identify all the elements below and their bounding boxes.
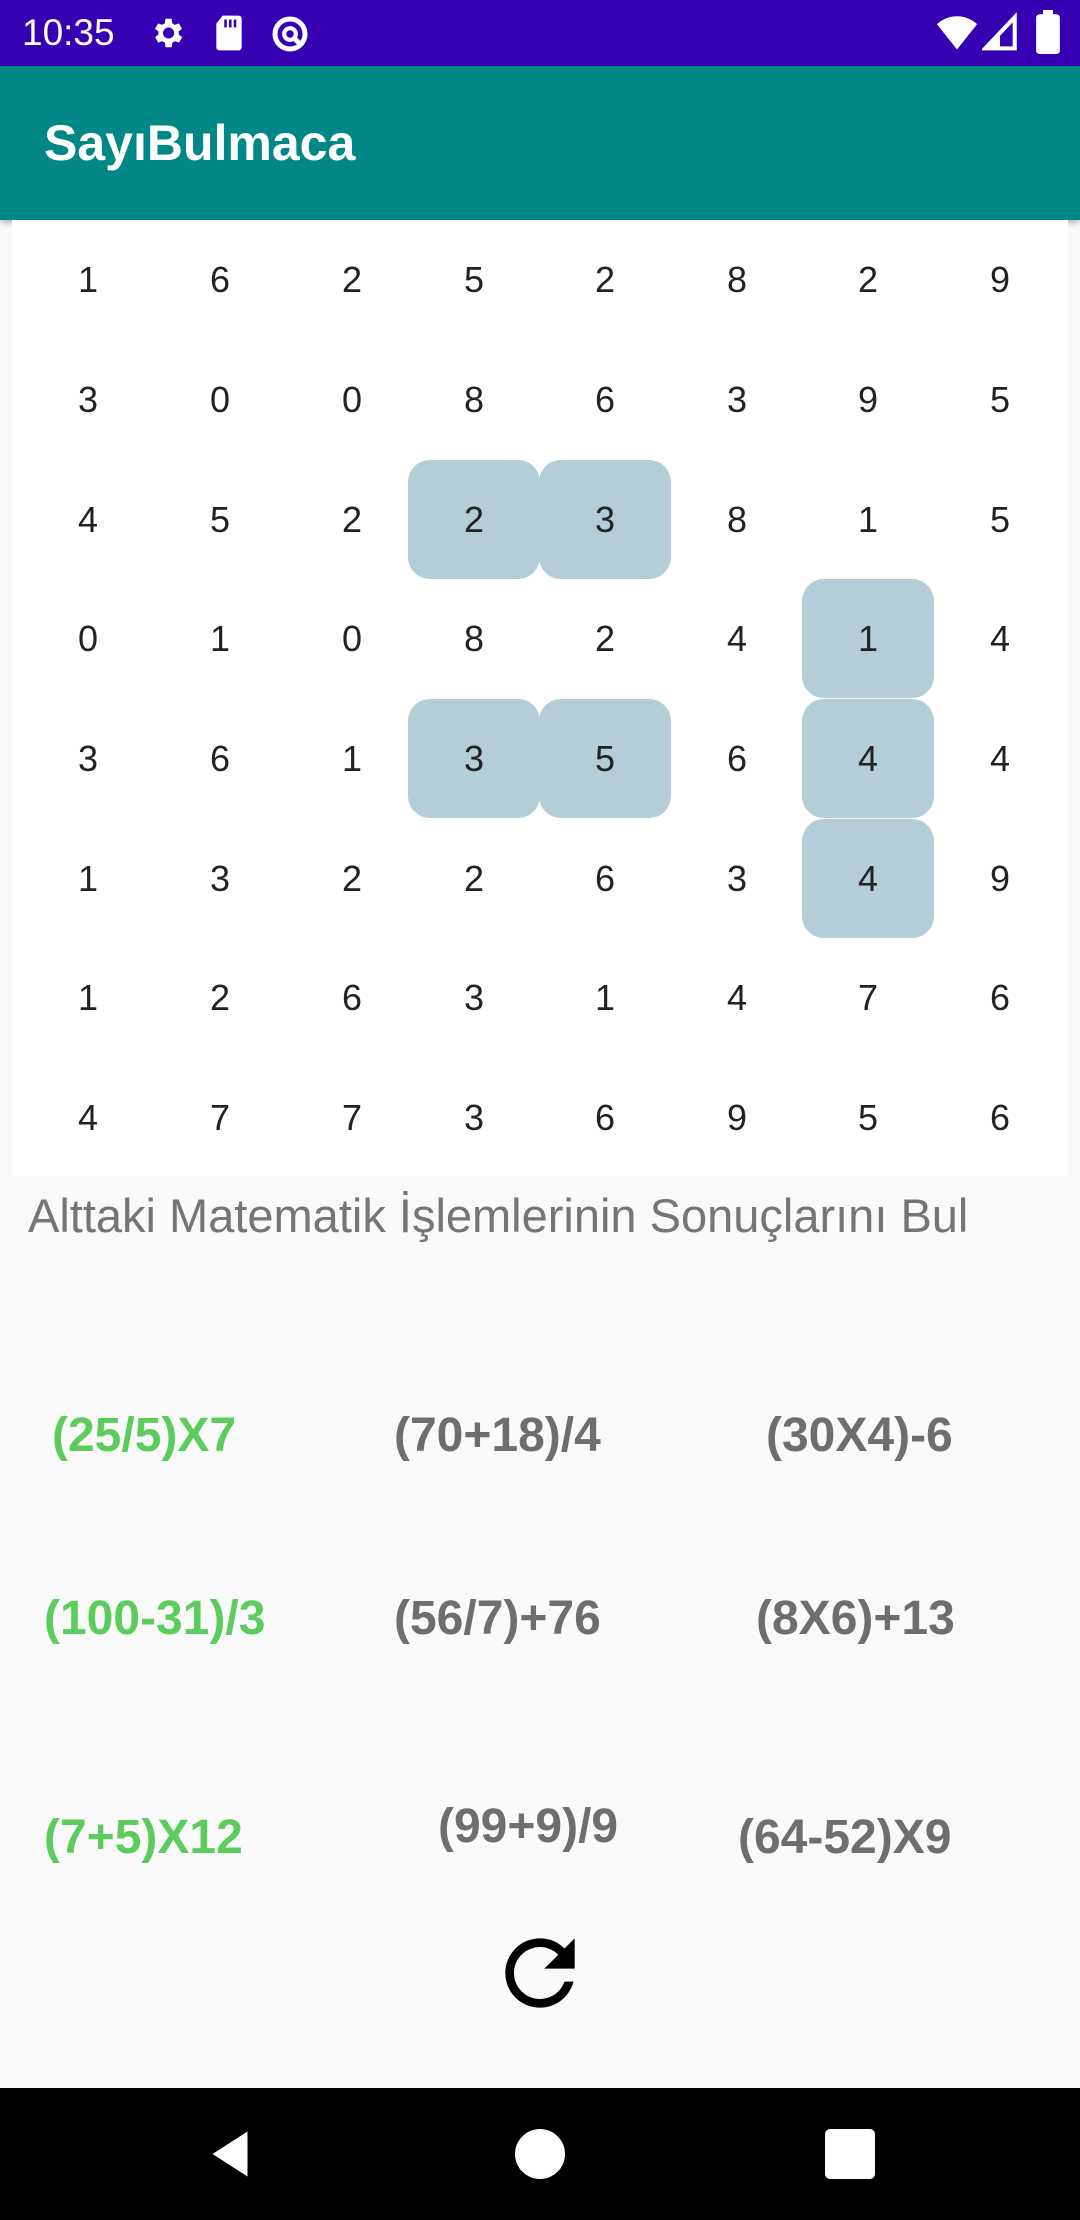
grid-cell[interactable]: 2	[802, 220, 934, 339]
grid-cell[interactable]: 5	[408, 220, 540, 339]
grid-cell[interactable]: 6	[671, 699, 803, 818]
instruction-text: Alttaki Matematik İşlemlerinin Sonuçları…	[28, 1189, 969, 1242]
grid-cell[interactable]: 4	[802, 819, 934, 938]
grid-cell[interactable]: 3	[671, 819, 803, 938]
grid-cell[interactable]: 4	[934, 579, 1066, 698]
grid-cell[interactable]: 2	[539, 220, 671, 339]
grid-cell[interactable]: 6	[154, 220, 286, 339]
grid-cell[interactable]: 9	[802, 340, 934, 459]
grid-cell[interactable]: 3	[22, 340, 154, 459]
app-bar: SayıBulmaca	[0, 66, 1080, 220]
equation-item: (70+18)/4	[394, 1409, 601, 1462]
grid-cell[interactable]: 0	[154, 340, 286, 459]
home-icon[interactable]	[510, 2124, 570, 2184]
grid-cell[interactable]: 2	[539, 579, 671, 698]
battery-icon	[1036, 10, 1060, 59]
sd-card-icon	[212, 14, 246, 57]
grid-cell[interactable]: 8	[671, 220, 803, 339]
grid-cell[interactable]: 6	[539, 340, 671, 459]
grid-cell[interactable]: 2	[154, 938, 286, 1057]
grid-cell[interactable]: 9	[934, 220, 1066, 339]
grid-cell[interactable]: 0	[22, 579, 154, 698]
status-bar: 10:35	[0, 0, 1080, 66]
equation-item: (56/7)+76	[394, 1592, 601, 1645]
status-time: 10:35	[22, 12, 115, 53]
equation-item: (99+9)/9	[438, 1800, 619, 1853]
grid-cell[interactable]: 1	[802, 579, 934, 698]
refresh-icon	[505, 1938, 575, 2008]
grid-cell[interactable]: 6	[934, 1058, 1066, 1177]
grid-cell[interactable]: 4	[934, 699, 1066, 818]
grid-cell[interactable]: 9	[934, 819, 1066, 938]
equation-item: (25/5)X7	[52, 1409, 237, 1462]
grid-cell[interactable]: 7	[802, 938, 934, 1057]
grid-cell[interactable]: 1	[154, 579, 286, 698]
grid-cell[interactable]: 1	[22, 938, 154, 1057]
grid-cell[interactable]: 5	[539, 699, 671, 818]
grid-cell[interactable]: 8	[671, 460, 803, 579]
data-saver-icon	[270, 14, 310, 59]
grid-cell[interactable]: 2	[286, 819, 418, 938]
grid-cell[interactable]: 6	[539, 1058, 671, 1177]
grid-cell[interactable]: 9	[671, 1058, 803, 1177]
refresh-button[interactable]	[487, 1920, 593, 2026]
grid-cell[interactable]: 6	[934, 938, 1066, 1057]
grid-cell[interactable]: 2	[408, 819, 540, 938]
grid-cell[interactable]: 0	[286, 340, 418, 459]
number-grid[interactable]: 1625282930086395452238150108241436135644…	[12, 220, 1068, 1176]
grid-cell[interactable]: 3	[408, 699, 540, 818]
grid-cell[interactable]: 3	[539, 460, 671, 579]
grid-cell[interactable]: 3	[408, 938, 540, 1057]
grid-cell[interactable]: 2	[286, 460, 418, 579]
grid-cell[interactable]: 5	[934, 460, 1066, 579]
grid-cell[interactable]: 4	[671, 938, 803, 1057]
grid-cell[interactable]: 5	[154, 460, 286, 579]
grid-cell[interactable]: 2	[286, 220, 418, 339]
equation-item: (64-52)X9	[738, 1811, 952, 1864]
grid-cell[interactable]: 4	[22, 1058, 154, 1177]
equation-item: (100-31)/3	[44, 1592, 266, 1645]
grid-cell[interactable]: 4	[22, 460, 154, 579]
grid-cell[interactable]: 6	[154, 699, 286, 818]
back-icon[interactable]	[200, 2124, 260, 2184]
grid-cell[interactable]: 3	[154, 819, 286, 938]
grid-cell[interactable]: 6	[539, 819, 671, 938]
wifi-icon	[936, 12, 978, 57]
grid-cell[interactable]: 1	[22, 819, 154, 938]
grid-cell[interactable]: 6	[286, 938, 418, 1057]
grid-cell[interactable]: 4	[802, 699, 934, 818]
grid-cell[interactable]: 1	[22, 220, 154, 339]
grid-cell[interactable]: 3	[22, 699, 154, 818]
grid-cell[interactable]: 5	[802, 1058, 934, 1177]
grid-cell[interactable]: 4	[671, 579, 803, 698]
equation-item: (30X4)-6	[766, 1409, 953, 1462]
grid-cell[interactable]: 3	[671, 340, 803, 459]
app-title: SayıBulmaca	[44, 115, 356, 171]
grid-cell[interactable]: 1	[539, 938, 671, 1057]
signal-icon	[980, 12, 1018, 57]
grid-cell[interactable]: 0	[286, 579, 418, 698]
grid-cell[interactable]: 7	[154, 1058, 286, 1177]
grid-cell[interactable]: 8	[408, 579, 540, 698]
navigation-bar	[0, 2088, 1080, 2220]
grid-cell[interactable]: 1	[802, 460, 934, 579]
equation-item: (8X6)+13	[756, 1592, 955, 1645]
grid-cell[interactable]: 8	[408, 340, 540, 459]
grid-cell[interactable]: 7	[286, 1058, 418, 1177]
grid-cell[interactable]: 2	[408, 460, 540, 579]
grid-cell[interactable]: 1	[286, 699, 418, 818]
recents-icon[interactable]	[820, 2124, 880, 2184]
grid-cell[interactable]: 5	[934, 340, 1066, 459]
equation-item: (7+5)X12	[44, 1811, 243, 1864]
gear-icon	[148, 14, 186, 57]
grid-cell[interactable]: 3	[408, 1058, 540, 1177]
